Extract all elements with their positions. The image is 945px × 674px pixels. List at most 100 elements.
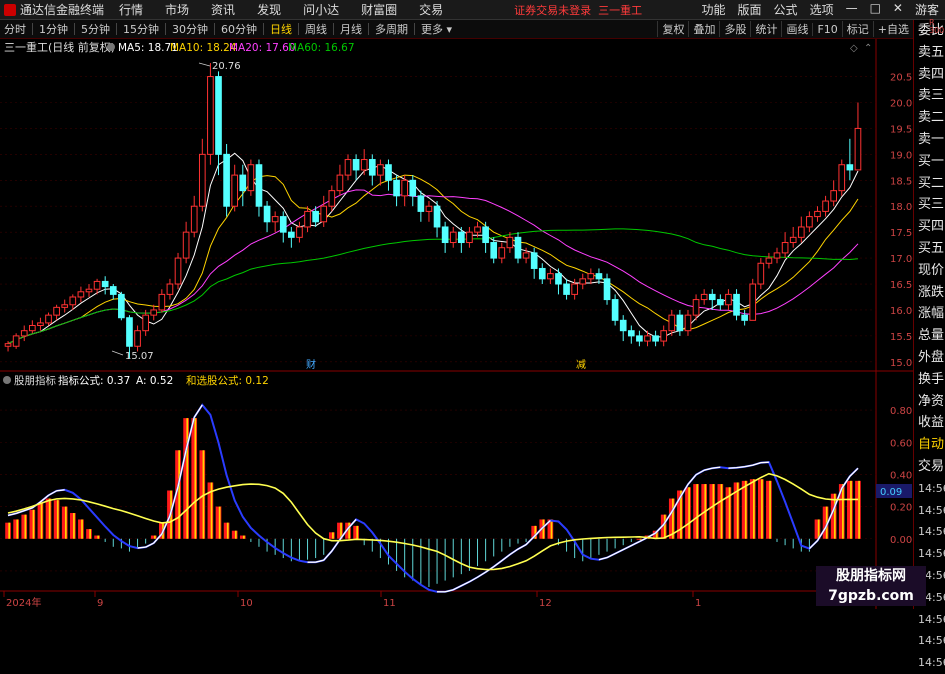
kline-chart[interactable]: 20.50 20.00 19.50 19.00 18.50 18.00 17.50 17.00… xyxy=(0,39,913,609)
candle xyxy=(765,252,773,269)
candle xyxy=(717,294,724,310)
price-tick-label: 19.50 xyxy=(890,124,913,135)
add-favorite-button[interactable]: +自选 xyxy=(872,21,913,37)
period-weekly[interactable]: 周线 xyxy=(301,21,331,37)
indicator-bar-stripe xyxy=(356,525,359,539)
candle xyxy=(733,289,740,321)
reduce-marker[interactable]: 减 xyxy=(576,359,586,371)
candle xyxy=(563,278,570,300)
settings-circle-icon[interactable] xyxy=(107,43,115,51)
period-15min[interactable]: 15分钟 xyxy=(119,21,163,37)
guest-button[interactable]: 游客 xyxy=(909,1,945,18)
indicator-bar-stripe xyxy=(218,506,221,539)
multi-stock-button[interactable]: 多股 xyxy=(719,21,750,37)
candle xyxy=(789,226,797,248)
menu-item-discover[interactable]: 发现 xyxy=(246,1,292,18)
ma5-line xyxy=(7,152,859,345)
candle xyxy=(806,211,813,233)
close-icon[interactable]: ✕ xyxy=(887,1,909,18)
indicator-bar xyxy=(37,503,44,539)
date-tick-label: 1 xyxy=(695,598,701,609)
quote-row: 净资 xyxy=(918,393,945,409)
menu-options[interactable]: 选项 xyxy=(804,1,840,18)
indicator-bar-stripe xyxy=(24,514,27,539)
quote-row: 卖五 xyxy=(918,44,945,60)
period-multi[interactable]: 多周期 xyxy=(371,21,412,37)
period-tick[interactable]: 分时 xyxy=(0,21,30,37)
indicator-bar-stripe xyxy=(688,487,690,539)
finance-marker[interactable]: 财 xyxy=(306,358,316,371)
menu-item-market[interactable]: 市场 xyxy=(154,1,200,18)
candle xyxy=(150,304,158,321)
indicator-bar-stripe xyxy=(48,498,51,539)
indicator-bar-stripe xyxy=(226,522,229,539)
candle xyxy=(652,330,659,347)
stats-button[interactable]: 统计 xyxy=(750,21,781,37)
indicator-bar-stripe xyxy=(817,519,820,539)
candle xyxy=(636,330,643,347)
mark-button[interactable]: 标记 xyxy=(841,21,873,37)
current-value-tag: 0.09 xyxy=(876,484,912,498)
candle xyxy=(417,190,425,222)
draw-line-button[interactable]: 画线 xyxy=(781,21,812,37)
menu-function[interactable]: 功能 xyxy=(696,1,732,18)
settings-circle-icon[interactable] xyxy=(3,376,11,384)
candle xyxy=(814,206,821,222)
corner-indicator: R 300 xyxy=(929,18,945,35)
low-marker: 15.07 xyxy=(125,351,154,362)
date-tick-label: 10 xyxy=(240,598,253,609)
quote-row: 14:56 xyxy=(918,547,945,561)
maximize-icon[interactable]: □ xyxy=(864,1,887,18)
quote-row: 卖四 xyxy=(918,66,945,82)
candle xyxy=(587,268,595,285)
period-5min[interactable]: 5分钟 xyxy=(77,21,114,37)
price-tick-label: 20.50 xyxy=(890,73,913,84)
indicator-bar-stripe xyxy=(850,480,852,539)
period-1min[interactable]: 1分钟 xyxy=(35,21,72,37)
menu-item-wealth[interactable]: 财富圈 xyxy=(350,1,408,18)
candle xyxy=(781,232,789,259)
indicator-bar-stripe xyxy=(89,529,91,539)
candle xyxy=(198,138,206,212)
quote-row: 14:56 xyxy=(918,634,945,648)
menu-item-ask[interactable]: 问小达 xyxy=(292,1,350,18)
date-tick-label: 2024年 xyxy=(6,596,41,609)
adjust-button[interactable]: 复权 xyxy=(657,21,688,37)
candle xyxy=(288,226,295,248)
candle xyxy=(134,325,141,352)
candle xyxy=(514,232,522,264)
candle xyxy=(684,309,692,336)
indicator-bar-stripe xyxy=(81,519,83,539)
overlay-button[interactable]: 叠加 xyxy=(688,21,719,37)
menu-layout[interactable]: 版面 xyxy=(732,1,768,18)
period-60min[interactable]: 60分钟 xyxy=(217,21,261,37)
menu-formula[interactable]: 公式 xyxy=(768,1,804,18)
period-monthly[interactable]: 月线 xyxy=(336,21,366,37)
quote-row: 14:56 xyxy=(918,525,945,539)
minimize-icon[interactable]: — xyxy=(840,1,864,18)
quote-row: 现价 xyxy=(918,262,945,278)
menu-bar: 通达信金融终端 行情 市场 资讯 发现 问小达 财富圈 交易 证券交易未登录 三… xyxy=(0,0,945,20)
period-30min[interactable]: 30分钟 xyxy=(168,21,212,37)
menu-item-trade[interactable]: 交易 xyxy=(408,1,454,18)
candle xyxy=(360,149,368,176)
period-more[interactable]: 更多 ▾ xyxy=(417,21,456,37)
chevron-up-icon[interactable]: ⌃ xyxy=(864,43,872,54)
diamond-icon[interactable]: ◇ xyxy=(850,43,858,54)
candle xyxy=(352,154,360,181)
indicator-bar-stripe xyxy=(97,535,100,539)
candle xyxy=(797,216,805,243)
trade-login-notice[interactable]: 证券交易未登录 三一重工 xyxy=(514,2,642,18)
candle xyxy=(296,221,303,243)
candle xyxy=(182,221,190,264)
candle xyxy=(368,154,376,186)
menu-item-quotes[interactable]: 行情 xyxy=(108,1,154,18)
candles xyxy=(4,63,862,359)
menu-item-news[interactable]: 资讯 xyxy=(200,1,246,18)
f10-button[interactable]: F10 xyxy=(812,22,841,36)
candle xyxy=(538,263,546,285)
candle xyxy=(822,195,829,217)
candle xyxy=(223,143,230,217)
watermark: 股朋指标网 7gpzb.com xyxy=(816,566,926,606)
period-daily[interactable]: 日线 xyxy=(266,21,296,37)
